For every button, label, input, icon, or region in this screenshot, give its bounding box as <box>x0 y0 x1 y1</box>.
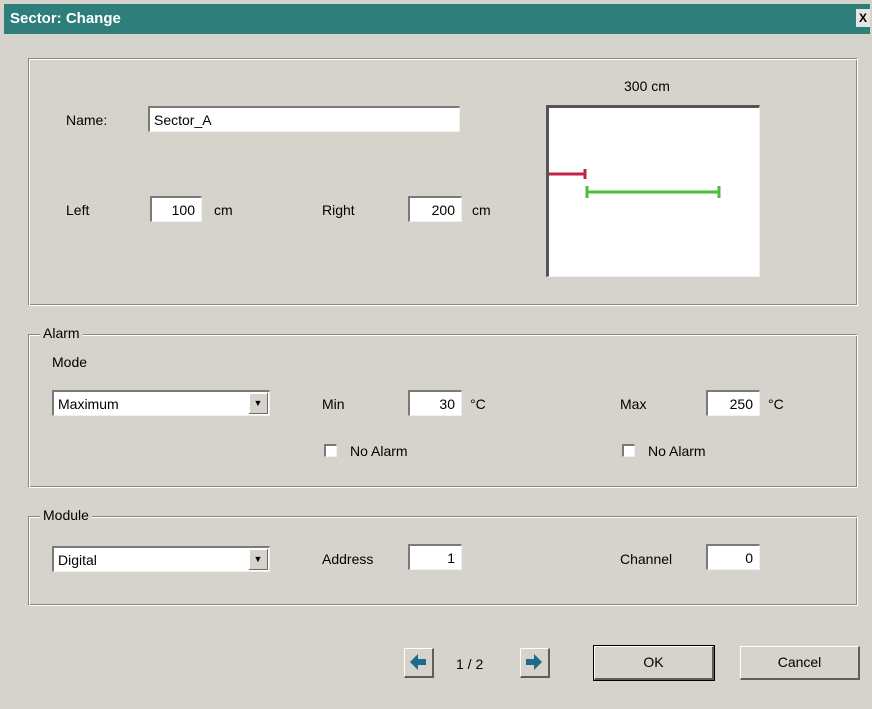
right-unit: cm <box>472 202 491 218</box>
sector-change-dialog: Sector: Change X Name: Left cm Right cm … <box>0 0 872 709</box>
max-unit: °C <box>768 396 784 412</box>
no-alarm-max-checkbox[interactable] <box>622 444 635 457</box>
sector-preview <box>546 105 760 277</box>
module-type-select[interactable]: Digital ▼ <box>52 546 270 572</box>
next-page-button[interactable] <box>520 648 550 678</box>
alarm-group-label: Alarm <box>40 325 83 341</box>
channel-input[interactable] <box>706 544 760 570</box>
title-bar[interactable]: Sector: Change X <box>4 4 870 34</box>
mode-label: Mode <box>52 354 88 370</box>
module-group-label: Module <box>40 507 92 523</box>
right-label: Right <box>322 202 355 218</box>
chevron-down-icon[interactable]: ▼ <box>249 393 268 414</box>
no-alarm-min-label[interactable]: No Alarm <box>350 443 408 459</box>
name-label: Name: <box>66 112 108 128</box>
left-position-marker <box>549 169 587 179</box>
left-input[interactable] <box>150 196 202 222</box>
window-title: Sector: Change <box>10 10 121 27</box>
sector-preview-graphic <box>549 169 721 198</box>
min-label: Min <box>322 396 345 412</box>
arrow-left-icon <box>410 654 426 670</box>
no-alarm-min-checkbox[interactable] <box>324 444 337 457</box>
address-input[interactable] <box>408 544 462 570</box>
preview-caption: 300 cm <box>624 78 670 94</box>
no-alarm-max-label[interactable]: No Alarm <box>648 443 706 459</box>
left-label: Left <box>66 202 90 218</box>
channel-label: Channel <box>620 551 673 567</box>
module-type-value: Digital <box>58 552 97 568</box>
previous-page-button[interactable] <box>404 648 434 678</box>
close-button[interactable]: X <box>856 9 870 27</box>
cancel-button[interactable]: Cancel <box>740 646 860 680</box>
sector-range-bar <box>585 186 721 198</box>
min-input[interactable] <box>408 390 462 416</box>
chevron-down-icon[interactable]: ▼ <box>249 549 268 570</box>
sector-name-input[interactable] <box>148 106 460 132</box>
mode-select-value: Maximum <box>58 396 119 412</box>
mode-select[interactable]: Maximum ▼ <box>52 390 270 416</box>
page-indicator: 1 / 2 <box>456 656 484 672</box>
max-label: Max <box>620 396 647 412</box>
ok-button[interactable]: OK <box>593 645 715 681</box>
left-unit: cm <box>214 202 233 218</box>
address-label: Address <box>322 551 374 567</box>
max-input[interactable] <box>706 390 760 416</box>
min-unit: °C <box>470 396 486 412</box>
right-input[interactable] <box>408 196 462 222</box>
arrow-right-icon <box>526 654 542 670</box>
